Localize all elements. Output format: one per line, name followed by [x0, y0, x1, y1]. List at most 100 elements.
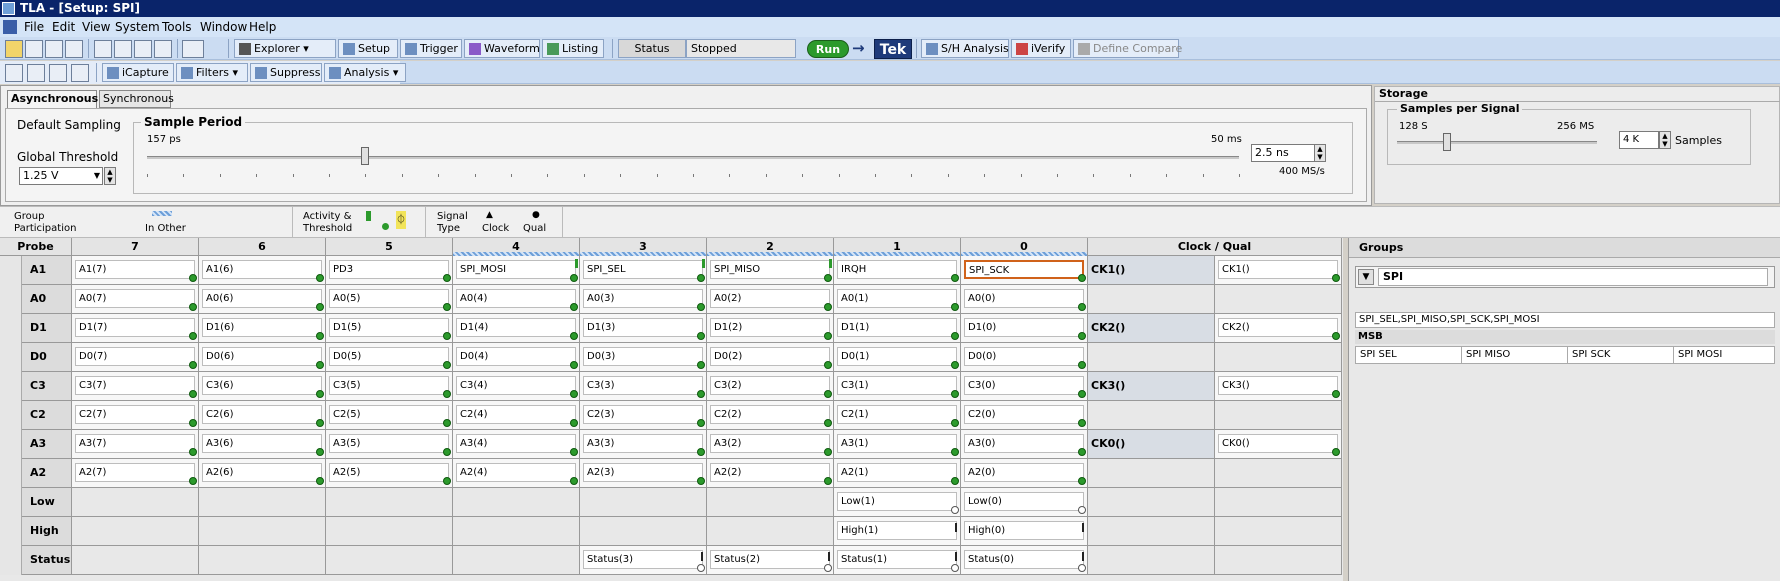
- signal-name[interactable]: IRQH: [837, 260, 957, 279]
- signal-cell[interactable]: C2(3): [580, 401, 707, 430]
- signal-cell[interactable]: C3(1): [834, 372, 961, 401]
- app-menu-icon[interactable]: [3, 20, 17, 34]
- probe-row-header[interactable]: A1: [0, 256, 72, 285]
- tab-asynchronous[interactable]: Asynchronous: [7, 90, 98, 108]
- signal-cell[interactable]: D0(0): [961, 343, 1088, 372]
- menu-window[interactable]: Window: [200, 17, 247, 37]
- signal-name[interactable]: SPI_MOSI: [456, 260, 576, 279]
- signal-cell[interactable]: [707, 488, 834, 517]
- signal-cell[interactable]: A0(4): [453, 285, 580, 314]
- signal-cell[interactable]: [326, 488, 453, 517]
- signal-cell[interactable]: [453, 546, 580, 575]
- clock-value-cell[interactable]: [1215, 285, 1342, 314]
- histogram-window-icon[interactable]: [154, 40, 172, 58]
- signal-name[interactable]: C2(2): [710, 405, 830, 424]
- signal-name[interactable]: A1(7): [75, 260, 195, 279]
- collapse-group-icon[interactable]: ▼: [1358, 269, 1374, 285]
- signal-cell[interactable]: [72, 517, 199, 546]
- clock-value-cell[interactable]: CK3(): [1215, 372, 1342, 401]
- probe-row-header[interactable]: Low: [0, 488, 72, 517]
- signal-cell[interactable]: Status(2): [707, 546, 834, 575]
- row-selector[interactable]: [0, 256, 22, 285]
- signal-name[interactable]: A0(4): [456, 289, 576, 308]
- explorer-button[interactable]: Explorer ▾: [234, 39, 336, 58]
- sample-period-thumb[interactable]: [361, 147, 370, 165]
- signal-cell[interactable]: [580, 517, 707, 546]
- signal-name[interactable]: A0(5): [329, 289, 449, 308]
- signal-name[interactable]: A0(6): [202, 289, 322, 308]
- column-header-6[interactable]: 6: [199, 238, 326, 256]
- signal-name[interactable]: D1(3): [583, 318, 703, 337]
- signal-name[interactable]: D0(4): [456, 347, 576, 366]
- signal-name[interactable]: High(0): [964, 521, 1084, 540]
- signal-cell[interactable]: A1(6): [199, 256, 326, 285]
- signal-cell[interactable]: D1(5): [326, 314, 453, 343]
- signal-cell[interactable]: C3(7): [72, 372, 199, 401]
- signal-name[interactable]: A3(0): [964, 434, 1084, 453]
- module-icon[interactable]: [65, 40, 83, 58]
- signal-name[interactable]: A2(7): [75, 463, 195, 482]
- signal-cell[interactable]: C3(5): [326, 372, 453, 401]
- samples-input[interactable]: 4 K: [1619, 131, 1659, 149]
- signal-cell[interactable]: PD3: [326, 256, 453, 285]
- signal-cell[interactable]: C2(2): [707, 401, 834, 430]
- signal-cell[interactable]: C3(4): [453, 372, 580, 401]
- signal-name[interactable]: D0(3): [583, 347, 703, 366]
- signal-cell[interactable]: C3(3): [580, 372, 707, 401]
- signal-cell[interactable]: A1(7): [72, 256, 199, 285]
- signal-cell[interactable]: SPI_SEL: [580, 252, 707, 285]
- signal-cell[interactable]: A2(4): [453, 459, 580, 488]
- signal-name[interactable]: D1(2): [710, 318, 830, 337]
- system-window-icon[interactable]: [94, 40, 112, 58]
- signal-name[interactable]: C3(7): [75, 376, 195, 395]
- signal-cell[interactable]: A3(7): [72, 430, 199, 459]
- signal-cell[interactable]: A2(3): [580, 459, 707, 488]
- signal-cell[interactable]: High(0): [961, 517, 1088, 546]
- signal-name[interactable]: A3(7): [75, 434, 195, 453]
- print-icon[interactable]: [45, 40, 63, 58]
- signal-cell[interactable]: Status(0): [961, 546, 1088, 575]
- signal-name[interactable]: A0(1): [837, 289, 957, 308]
- signal-name[interactable]: SPI_SEL: [583, 260, 703, 279]
- signal-name[interactable]: Low(0): [964, 492, 1084, 511]
- signal-cell[interactable]: Low(0): [961, 488, 1088, 517]
- step-icon-4[interactable]: [71, 64, 89, 82]
- group-signal-4[interactable]: SPI MOSI: [1674, 347, 1774, 363]
- signal-name[interactable]: C2(0): [964, 405, 1084, 424]
- clock-value[interactable]: CK3(): [1218, 376, 1338, 395]
- signal-name[interactable]: D1(4): [456, 318, 576, 337]
- signal-cell[interactable]: D1(3): [580, 314, 707, 343]
- signal-name[interactable]: PD3: [329, 260, 449, 279]
- samples-slider[interactable]: [1397, 141, 1597, 144]
- samples-spinner[interactable]: ▲ ▼: [1659, 131, 1671, 149]
- signal-cell[interactable]: Status(1): [834, 546, 961, 575]
- row-selector[interactable]: [0, 430, 22, 459]
- signal-name[interactable]: A2(6): [202, 463, 322, 482]
- step-icon-2[interactable]: [27, 64, 45, 82]
- signal-name[interactable]: A2(1): [837, 463, 957, 482]
- probe-row-header[interactable]: A0: [0, 285, 72, 314]
- signal-name[interactable]: D0(1): [837, 347, 957, 366]
- signal-cell[interactable]: A3(5): [326, 430, 453, 459]
- signal-cell[interactable]: IRQH: [834, 252, 961, 285]
- signal-cell[interactable]: A2(2): [707, 459, 834, 488]
- signal-name[interactable]: D1(7): [75, 318, 195, 337]
- row-selector[interactable]: [0, 372, 22, 401]
- column-header-5[interactable]: 5: [326, 238, 453, 256]
- signal-cell[interactable]: A0(7): [72, 285, 199, 314]
- signal-cell[interactable]: D0(1): [834, 343, 961, 372]
- signal-cell[interactable]: [199, 488, 326, 517]
- signal-name[interactable]: Status(2): [710, 550, 830, 569]
- signal-cell[interactable]: C2(6): [199, 401, 326, 430]
- signal-name[interactable]: C3(5): [329, 376, 449, 395]
- signal-cell[interactable]: D1(2): [707, 314, 834, 343]
- signal-cell[interactable]: C3(6): [199, 372, 326, 401]
- signal-cell[interactable]: A2(5): [326, 459, 453, 488]
- signal-cell[interactable]: D1(4): [453, 314, 580, 343]
- signal-name[interactable]: D1(0): [964, 318, 1084, 337]
- signal-name[interactable]: D0(5): [329, 347, 449, 366]
- signal-name[interactable]: Status(3): [583, 550, 703, 569]
- clock-value-cell[interactable]: CK2(): [1215, 314, 1342, 343]
- signal-name[interactable]: A0(3): [583, 289, 703, 308]
- probe-row-header[interactable]: D0: [0, 343, 72, 372]
